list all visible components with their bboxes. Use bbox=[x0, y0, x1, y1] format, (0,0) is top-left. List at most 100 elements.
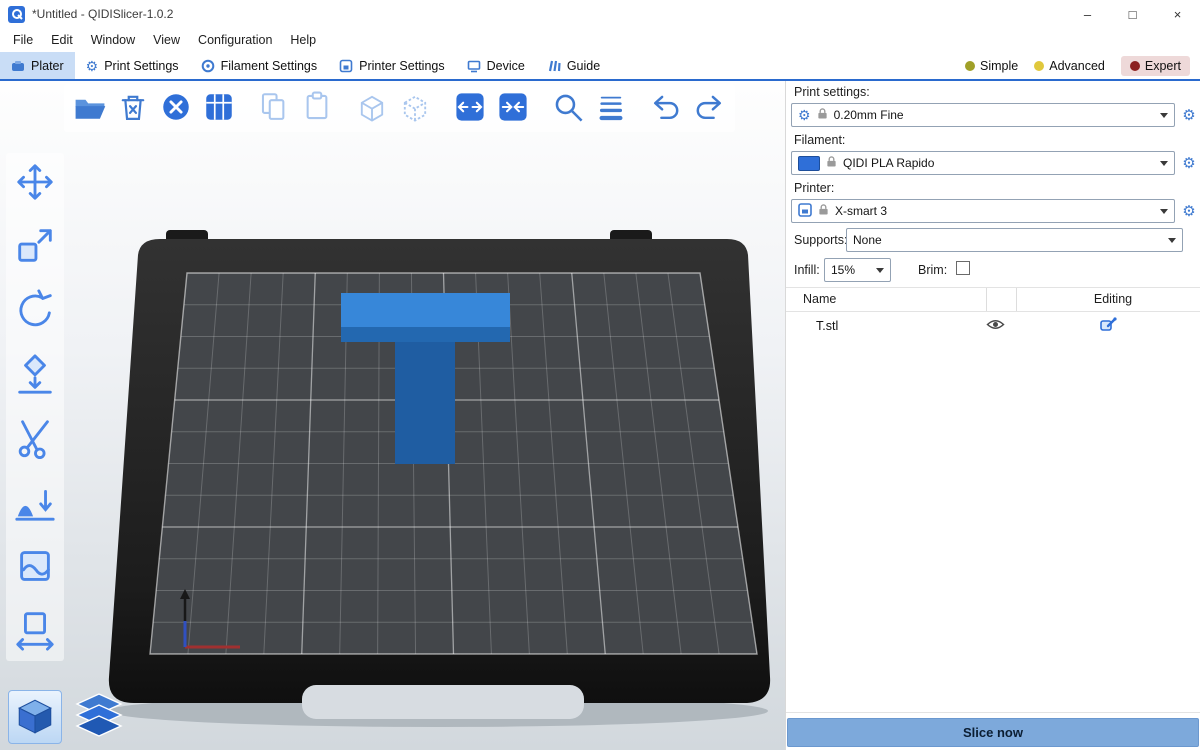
split-parts-button[interactable] bbox=[493, 88, 533, 128]
supports-combo[interactable]: None bbox=[846, 228, 1183, 252]
chevron-down-icon bbox=[876, 268, 884, 273]
infill-combo[interactable]: 15% bbox=[824, 258, 891, 282]
redo-arrow-icon bbox=[692, 90, 726, 127]
mode-expert[interactable]: Expert bbox=[1121, 56, 1190, 76]
mode-simple[interactable]: Simple bbox=[965, 59, 1018, 73]
edit-icon bbox=[1100, 317, 1117, 335]
seam-painting-button[interactable] bbox=[10, 543, 60, 591]
supports-label: Supports: bbox=[794, 233, 848, 247]
filament-value: QIDI PLA Rapido bbox=[843, 156, 1154, 170]
print-settings-label: Print settings: bbox=[794, 85, 870, 99]
tab-filament-settings[interactable]: Filament Settings bbox=[190, 52, 329, 79]
close-button[interactable]: × bbox=[1155, 0, 1200, 28]
delete-button[interactable] bbox=[113, 88, 153, 128]
object-name: T.stl bbox=[816, 319, 838, 333]
table-header-border bbox=[786, 311, 1200, 312]
chevron-down-icon bbox=[1168, 238, 1176, 243]
tab-label: Filament Settings bbox=[221, 59, 318, 73]
tab-guide[interactable]: Guide bbox=[536, 52, 611, 79]
toggle-visibility-button[interactable] bbox=[984, 318, 1006, 334]
printer-value: X-smart 3 bbox=[835, 204, 1154, 218]
lock-icon bbox=[818, 203, 829, 219]
mode-label: Simple bbox=[980, 59, 1018, 73]
scissors-icon bbox=[13, 416, 57, 463]
measure-gizmo-button[interactable] bbox=[10, 607, 60, 655]
minimize-button[interactable]: – bbox=[1065, 0, 1110, 28]
viewport-3d[interactable] bbox=[0, 81, 785, 750]
titlebar: *Untitled - QIDISlicer-1.0.2 – □ × bbox=[0, 0, 1200, 28]
place-on-face-button[interactable] bbox=[10, 351, 60, 399]
table-header-name: Name bbox=[803, 292, 836, 306]
open-folder-icon bbox=[72, 89, 108, 128]
scale-gizmo-button[interactable] bbox=[10, 223, 60, 271]
tab-device[interactable]: Device bbox=[456, 52, 536, 79]
chevron-down-icon bbox=[1160, 113, 1168, 118]
tab-printer-settings[interactable]: Printer Settings bbox=[328, 52, 455, 79]
mode-label: Advanced bbox=[1049, 59, 1105, 73]
print-settings-combo[interactable]: ⚙ 0.20mm Fine bbox=[791, 103, 1175, 127]
expert-mode-dot-icon bbox=[1130, 61, 1140, 71]
top-toolbar bbox=[64, 84, 735, 132]
menu-file[interactable]: File bbox=[4, 33, 42, 47]
mode-switcher: Simple Advanced Expert bbox=[965, 52, 1200, 79]
delete-all-button[interactable] bbox=[156, 88, 196, 128]
undo-button[interactable] bbox=[646, 88, 686, 128]
rotate-icon bbox=[13, 288, 57, 335]
arrange-button[interactable] bbox=[199, 88, 239, 128]
printer-settings-icon bbox=[339, 59, 353, 73]
window-controls: – □ × bbox=[1065, 0, 1200, 28]
variable-layer-height-button[interactable] bbox=[591, 88, 631, 128]
tab-print-settings[interactable]: ⚙ Print Settings bbox=[75, 52, 190, 79]
paint-supports-button[interactable] bbox=[10, 479, 60, 527]
gizmo-toolbar bbox=[6, 153, 64, 661]
window-title: *Untitled - QIDISlicer-1.0.2 bbox=[32, 7, 173, 21]
filament-color-swatch bbox=[798, 156, 820, 171]
3d-cube-icon bbox=[14, 695, 56, 740]
slice-now-button[interactable]: Slice now bbox=[787, 718, 1199, 747]
mode-label: Expert bbox=[1145, 59, 1181, 73]
menubar: File Edit Window View Configuration Help bbox=[0, 28, 1200, 52]
qidislicer-window: *Untitled - QIDISlicer-1.0.2 – □ × File … bbox=[0, 0, 1200, 750]
search-button[interactable] bbox=[548, 88, 588, 128]
menu-edit[interactable]: Edit bbox=[42, 33, 82, 47]
plater-icon bbox=[11, 59, 25, 73]
tabbar: Plater ⚙ Print Settings Filament Setting… bbox=[0, 52, 1200, 81]
print-settings-icon: ⚙ bbox=[86, 59, 99, 73]
filament-edit-button[interactable]: ⚙ bbox=[1179, 153, 1199, 173]
printer-label: Printer: bbox=[794, 181, 834, 195]
print-settings-edit-button[interactable]: ⚙ bbox=[1179, 105, 1199, 125]
supports-value: None bbox=[853, 233, 1162, 247]
menu-configuration[interactable]: Configuration bbox=[189, 33, 281, 47]
move-gizmo-button[interactable] bbox=[10, 159, 60, 207]
lock-icon bbox=[817, 107, 828, 123]
filament-label: Filament: bbox=[794, 133, 845, 147]
remove-instance-button[interactable] bbox=[395, 88, 435, 128]
cut-gizmo-button[interactable] bbox=[10, 415, 60, 463]
printer-combo[interactable]: X-smart 3 bbox=[791, 199, 1175, 223]
paste-button[interactable] bbox=[297, 88, 337, 128]
split-objects-button[interactable] bbox=[450, 88, 490, 128]
maximize-button[interactable]: □ bbox=[1110, 0, 1155, 28]
plate-handle-notch bbox=[302, 685, 584, 719]
open-project-button[interactable] bbox=[70, 88, 110, 128]
tab-plater[interactable]: Plater bbox=[0, 52, 75, 79]
mode-advanced[interactable]: Advanced bbox=[1034, 59, 1105, 73]
arrange-icon bbox=[202, 90, 236, 127]
brim-checkbox[interactable] bbox=[956, 261, 970, 275]
remove-instance-cube-icon bbox=[398, 90, 432, 127]
object-editing-button[interactable] bbox=[1098, 317, 1118, 335]
redo-button[interactable] bbox=[689, 88, 729, 128]
printer-edit-button[interactable]: ⚙ bbox=[1179, 201, 1199, 221]
menu-help[interactable]: Help bbox=[281, 33, 325, 47]
add-instance-button[interactable] bbox=[352, 88, 392, 128]
3d-editor-view-button[interactable] bbox=[8, 690, 62, 744]
filament-settings-icon bbox=[201, 59, 215, 73]
menu-view[interactable]: View bbox=[144, 33, 189, 47]
tab-label: Guide bbox=[567, 59, 600, 73]
menu-window[interactable]: Window bbox=[82, 33, 144, 47]
preview-sliced-view-button[interactable] bbox=[72, 690, 126, 744]
filament-combo[interactable]: QIDI PLA Rapido bbox=[791, 151, 1175, 175]
infill-value: 15% bbox=[831, 263, 870, 277]
copy-button[interactable] bbox=[254, 88, 294, 128]
rotate-gizmo-button[interactable] bbox=[10, 287, 60, 335]
